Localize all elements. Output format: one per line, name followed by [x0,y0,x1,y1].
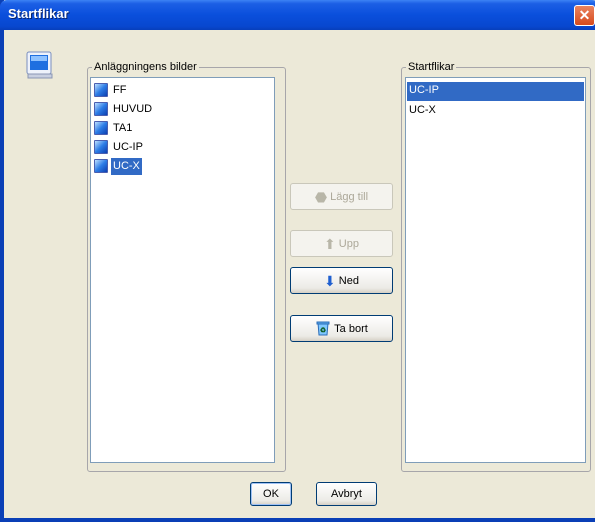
list-item[interactable]: HUVUD [94,101,154,120]
picture-icon [94,83,108,98]
picture-icon [94,159,108,174]
list-item-label: HUVUD [113,103,153,115]
monitor-icon [26,50,54,80]
list-item-label: UC-IP [113,141,143,153]
available-pictures-label: Anläggningens bilder [92,60,199,74]
list-item-label: TA1 [113,122,133,134]
close-button[interactable]: ✕ [574,5,595,26]
ok-button[interactable]: OK [250,482,292,506]
svg-text:♻: ♻ [320,326,326,334]
picture-icon [94,102,108,117]
arrow-up-icon: ⬆ [324,235,336,252]
start-tabs-label: Startflikar [406,60,457,74]
ok-button-label: OK [263,488,279,500]
remove-button[interactable]: ♻ Ta bort [290,315,393,342]
list-item-label: UC-X [111,158,142,175]
title-bar[interactable]: Startflikar ✕ [0,0,595,30]
window-title: Startflikar [8,6,69,21]
dialog-window: Startflikar ✕ Anläggningens bilder FF HU… [0,0,595,522]
list-item[interactable]: UC-X [407,102,438,121]
up-button-label: Upp [338,237,359,250]
down-button[interactable]: ⬇ Ned [290,267,393,294]
down-button-label: Ned [338,274,359,287]
list-item[interactable]: UC-IP [94,139,145,158]
add-button-label: Lägg till [330,190,369,203]
cancel-button[interactable]: Avbryt [316,482,377,506]
add-icon: ⬣ [314,188,328,205]
close-icon: ✕ [578,7,591,23]
cancel-button-label: Avbryt [331,488,362,500]
list-item[interactable]: FF [94,82,128,101]
list-item-label: FF [113,84,127,96]
picture-icon [94,121,108,136]
list-item[interactable]: TA1 [94,120,134,139]
list-item-label: UC-X [409,104,436,116]
list-item-label: UC-IP [409,84,439,96]
add-button[interactable]: ⬣ Lägg till [290,183,393,210]
list-item-selected[interactable]: UC-X [94,158,142,177]
recycle-bin-icon: ♻ [315,320,331,338]
up-button[interactable]: ⬆ Upp [290,230,393,257]
remove-button-label: Ta bort [334,322,368,335]
available-pictures-list[interactable]: FF HUVUD TA1 UC-IP UC-X [90,77,275,463]
picture-icon [94,140,108,155]
arrow-down-icon: ⬇ [324,272,336,289]
start-tabs-list[interactable]: UC-IP UC-X [405,77,586,463]
list-item-selected[interactable]: UC-IP [407,82,584,101]
